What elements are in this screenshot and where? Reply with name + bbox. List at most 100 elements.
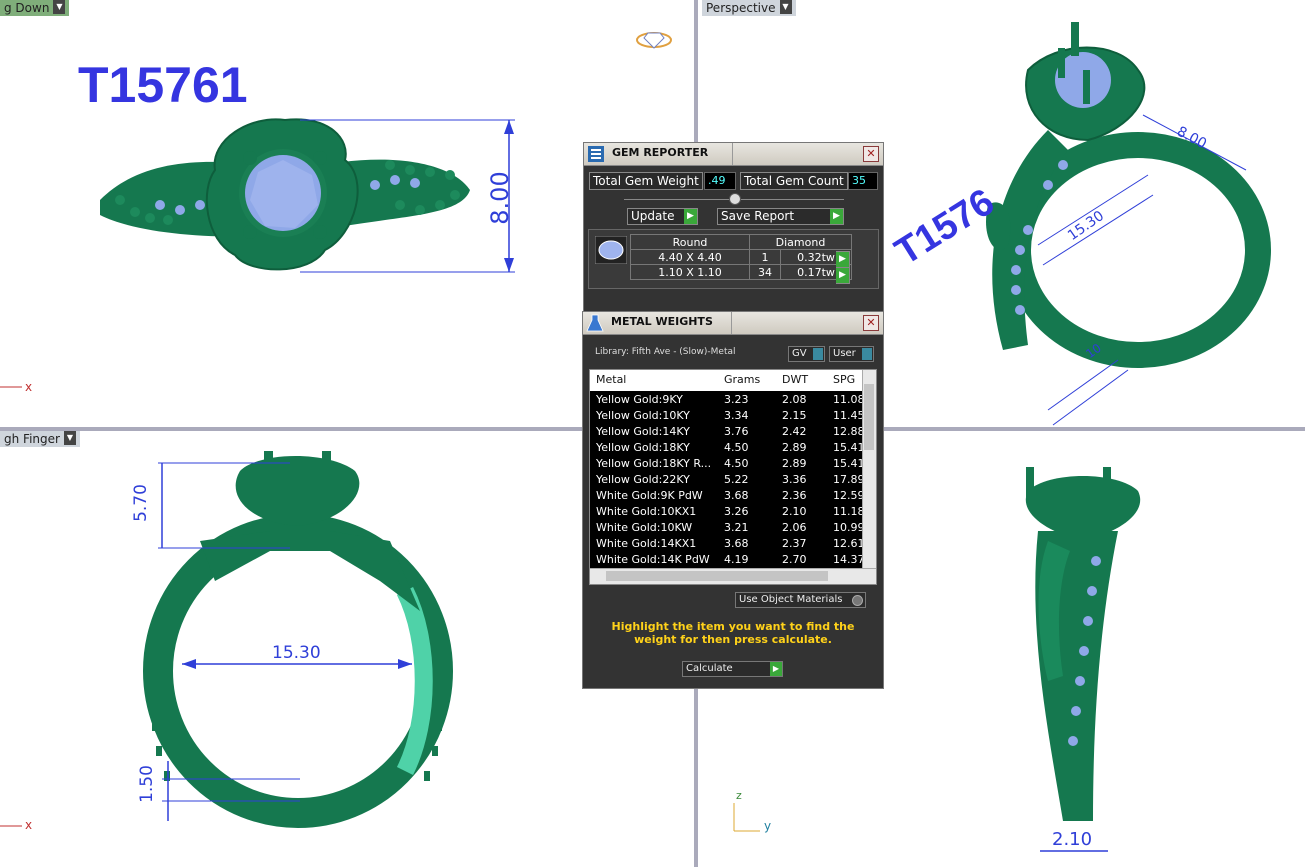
- dimension-top-label: 5.70: [130, 484, 151, 522]
- gv-label: GV: [792, 348, 807, 359]
- metal-cell-spg: 15.41: [833, 457, 865, 470]
- metal-cell-metal: Yellow Gold:10KY: [596, 409, 690, 422]
- toggle-icon: [813, 348, 823, 360]
- metal-cell-grams: 3.34: [724, 409, 749, 422]
- use-object-materials-label: Use Object Materials: [739, 594, 843, 605]
- metal-cell-dwt: 2.08: [782, 393, 807, 406]
- gem-size: 4.40 X 4.40: [630, 249, 750, 265]
- metal-cell-grams: 3.21: [724, 521, 749, 534]
- metal-list[interactable]: Metal Grams DWT SPG Yellow Gold:9KY 3.23 2…: [589, 369, 877, 585]
- toggle-icon: [862, 348, 872, 360]
- chevron-down-icon[interactable]: ▼: [779, 0, 792, 14]
- user-toggle[interactable]: User: [829, 346, 874, 362]
- total-gem-count-value: 35: [848, 172, 878, 190]
- slider-handle[interactable]: [729, 193, 741, 205]
- play-icon: ▶: [836, 268, 849, 283]
- metal-cell-dwt: 2.42: [782, 425, 807, 438]
- viewport-tab-perspective[interactable]: Perspective ▼: [702, 0, 796, 16]
- metal-row[interactable]: White Gold:9K PdW 3.68 2.36 12.59: [590, 488, 876, 504]
- metal-cell-dwt: 2.06: [782, 521, 807, 534]
- axis-z-label: z: [736, 789, 742, 802]
- metal-cell-spg: 11.18: [833, 505, 865, 518]
- metal-row[interactable]: White Gold:10KW 3.21 2.06 10.99: [590, 520, 876, 536]
- metal-cell-grams: 3.68: [724, 537, 749, 550]
- gem-row-go-button[interactable]: ▶: [836, 251, 850, 268]
- metal-cell-metal: Yellow Gold:18KY R...: [596, 457, 712, 470]
- scroll-thumb[interactable]: [606, 571, 828, 581]
- metal-cell-dwt: 2.10: [782, 505, 807, 518]
- metal-row[interactable]: White Gold:14K PdW 4.19 2.70 14.37: [590, 552, 876, 568]
- chevron-down-icon[interactable]: ▼: [63, 431, 76, 445]
- play-icon: ▶: [830, 209, 843, 224]
- metal-cell-spg: 17.89: [833, 473, 865, 486]
- gem-row[interactable]: 1.10 X 1.10 34 0.17tw: [630, 264, 852, 280]
- update-button[interactable]: Update ▶: [627, 208, 698, 225]
- metal-cell-metal: White Gold:10KW: [596, 521, 693, 534]
- col-dwt[interactable]: DWT: [782, 373, 808, 386]
- vertical-scrollbar[interactable]: [862, 370, 876, 568]
- metal-row[interactable]: Yellow Gold:18KY R... 4.50 2.89 15.41: [590, 456, 876, 472]
- metal-cell-dwt: 3.36: [782, 473, 807, 486]
- horizontal-scrollbar[interactable]: [590, 568, 876, 584]
- dimension-width-label: 2.10: [1052, 829, 1093, 850]
- gem-report-icon: [588, 146, 604, 162]
- gem-reporter-titlebar[interactable]: GEM REPORTER ✕: [584, 143, 883, 166]
- col-metal[interactable]: Metal: [596, 373, 626, 386]
- calculate-button[interactable]: Calculate ▶: [682, 661, 783, 677]
- metal-cell-grams: 4.50: [724, 441, 749, 454]
- total-gem-weight-value: .49: [704, 172, 736, 190]
- axis-x-label: x: [25, 818, 33, 832]
- title-divider: [731, 312, 732, 334]
- gem-row-go-button[interactable]: ▶: [836, 267, 850, 284]
- update-button-label: Update: [631, 209, 675, 223]
- close-icon[interactable]: ✕: [863, 146, 879, 162]
- metal-cell-grams: 3.26: [724, 505, 749, 518]
- metal-cell-spg: 12.88: [833, 425, 865, 438]
- col-spg[interactable]: SPG: [833, 373, 855, 386]
- scroll-thumb[interactable]: [864, 384, 874, 450]
- gem-reporter-panel[interactable]: GEM REPORTER ✕ Total Gem Weight .49 Tota…: [583, 142, 884, 314]
- metal-cell-dwt: 2.37: [782, 537, 807, 550]
- metal-cell-metal: Yellow Gold:14KY: [596, 425, 690, 438]
- metal-cell-metal: Yellow Gold:9KY: [596, 393, 683, 406]
- metal-cell-dwt: 2.89: [782, 441, 807, 454]
- metal-row[interactable]: Yellow Gold:22KY 5.22 3.36 17.89: [590, 472, 876, 488]
- close-icon[interactable]: ✕: [863, 315, 879, 331]
- metal-row[interactable]: Yellow Gold:14KY 3.76 2.42 12.88: [590, 424, 876, 440]
- metal-cell-spg: 12.61: [833, 537, 865, 550]
- metal-row[interactable]: Yellow Gold:18KY 4.50 2.89 15.41: [590, 440, 876, 456]
- metal-weights-panel[interactable]: METAL WEIGHTS ✕ Library: Fifth Ave - (Sl…: [582, 311, 884, 689]
- save-report-button[interactable]: Save Report ▶: [717, 208, 844, 225]
- metal-row[interactable]: White Gold:10KX1 3.26 2.10 11.18: [590, 504, 876, 520]
- use-object-materials-toggle[interactable]: Use Object Materials: [735, 592, 866, 608]
- play-icon: ▶: [770, 662, 782, 676]
- metal-cell-spg: 11.45: [833, 409, 865, 422]
- gem-table-header: Round Diamond: [630, 234, 852, 250]
- metal-cell-dwt: 2.70: [782, 553, 807, 566]
- gem-col-type: Diamond: [749, 234, 852, 250]
- metal-cell-spg: 15.41: [833, 441, 865, 454]
- metal-cell-grams: 3.23: [724, 393, 749, 406]
- metal-cell-grams: 3.68: [724, 489, 749, 502]
- viewport-tab-label: gh Finger: [4, 432, 60, 446]
- gem-row[interactable]: 4.40 X 4.40 1 0.32tw: [630, 249, 852, 265]
- metal-row[interactable]: White Gold:14KX1 3.68 2.37 12.61: [590, 536, 876, 552]
- metal-cell-metal: Yellow Gold:22KY: [596, 473, 690, 486]
- gem-qty: 1: [749, 249, 781, 265]
- chevron-down-icon[interactable]: ▼: [53, 0, 66, 14]
- metal-row[interactable]: Yellow Gold:9KY 3.23 2.08 11.08: [590, 392, 876, 408]
- metal-cell-grams: 4.50: [724, 457, 749, 470]
- metal-cell-dwt: 2.36: [782, 489, 807, 502]
- viewport-tab-finger[interactable]: gh Finger ▼: [0, 431, 80, 447]
- metal-weights-titlebar[interactable]: METAL WEIGHTS ✕: [583, 312, 883, 335]
- gem-size: 1.10 X 1.10: [630, 264, 750, 280]
- dimension-bottom-label: 1.50: [136, 765, 157, 803]
- viewport-tab-label: g Down: [4, 1, 50, 15]
- gv-toggle[interactable]: GV: [788, 346, 825, 362]
- round-diamond-icon: [595, 236, 627, 264]
- user-label: User: [833, 348, 856, 359]
- viewport-tab-top[interactable]: g Down ▼: [0, 0, 70, 16]
- metal-row[interactable]: Yellow Gold:10KY 3.34 2.15 11.45: [590, 408, 876, 424]
- total-gem-count-label: Total Gem Count: [740, 172, 848, 190]
- col-grams[interactable]: Grams: [724, 373, 760, 386]
